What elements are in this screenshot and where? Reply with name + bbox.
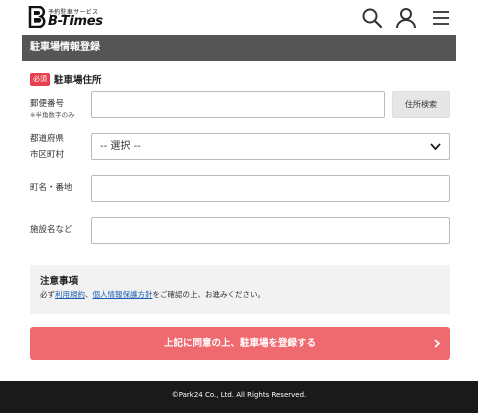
logo-text: B-Times <box>48 14 103 29</box>
notice-box: 注意事項 必ず利用規約、個人情報保護方針をご確認の上、お進みください。 <box>30 265 450 314</box>
notice-text-3: をご確認の上、お進みください。 <box>152 290 266 299</box>
postal-label-group: 郵便番号 ※半角数字のみ <box>30 98 74 120</box>
facility-label: 施設名など <box>30 225 73 235</box>
prefecture-select[interactable]: -- 選択 -- <box>91 133 450 160</box>
site-header: 予約駐車サービス B-Times <box>0 0 478 36</box>
postal-note: ※半角数字のみ <box>30 111 75 119</box>
site-footer: ©Park24 Co., Ltd. All Rights Reserved. <box>0 381 478 413</box>
menu-icon[interactable] <box>430 7 452 29</box>
notice-text-2: 、 <box>85 290 93 299</box>
privacy-policy-link[interactable]: 個人情報保護方針 <box>93 290 153 299</box>
town-input[interactable] <box>91 175 450 202</box>
logo-b-icon <box>28 6 46 28</box>
town-label: 町名・番地 <box>30 183 73 193</box>
facility-input[interactable] <box>91 217 450 244</box>
user-icon[interactable] <box>395 7 417 29</box>
prefecture-label: 都道府県 <box>30 134 65 144</box>
postal-label: 郵便番号 <box>30 99 65 109</box>
postal-code-input[interactable] <box>91 91 385 118</box>
city-label: 市区町村 <box>30 150 65 160</box>
prefecture-select-value: -- 選択 -- <box>100 141 141 152</box>
pref-label-group: 都道府県 市区町村 <box>30 133 64 162</box>
submit-button[interactable]: 上記に同意の上、駐車場を登録する <box>30 327 450 360</box>
required-badge: 必須 <box>30 72 50 86</box>
search-icon[interactable] <box>361 7 383 29</box>
submit-label: 上記に同意の上、駐車場を登録する <box>163 338 316 349</box>
address-heading: 必須 駐車場住所 <box>30 72 102 86</box>
notice-text-1: 必ず <box>40 290 55 299</box>
address-heading-label: 駐車場住所 <box>54 75 102 86</box>
copyright-text: ©Park24 Co., Ltd. All Rights Reserved. <box>171 391 307 399</box>
notice-title: 注意事項 <box>40 276 79 287</box>
notice-text: 必ず利用規約、個人情報保護方針をご確認の上、お進みください。 <box>40 288 440 302</box>
address-lookup-button[interactable]: 住所検索 <box>392 91 450 118</box>
terms-link[interactable]: 利用規約 <box>55 290 85 299</box>
chevron-right-icon <box>434 339 440 348</box>
btimes-logo[interactable]: 予約駐車サービス B-Times <box>28 6 138 30</box>
chevron-down-icon <box>430 143 441 151</box>
section-title: 駐車場情報登録 <box>22 35 456 61</box>
